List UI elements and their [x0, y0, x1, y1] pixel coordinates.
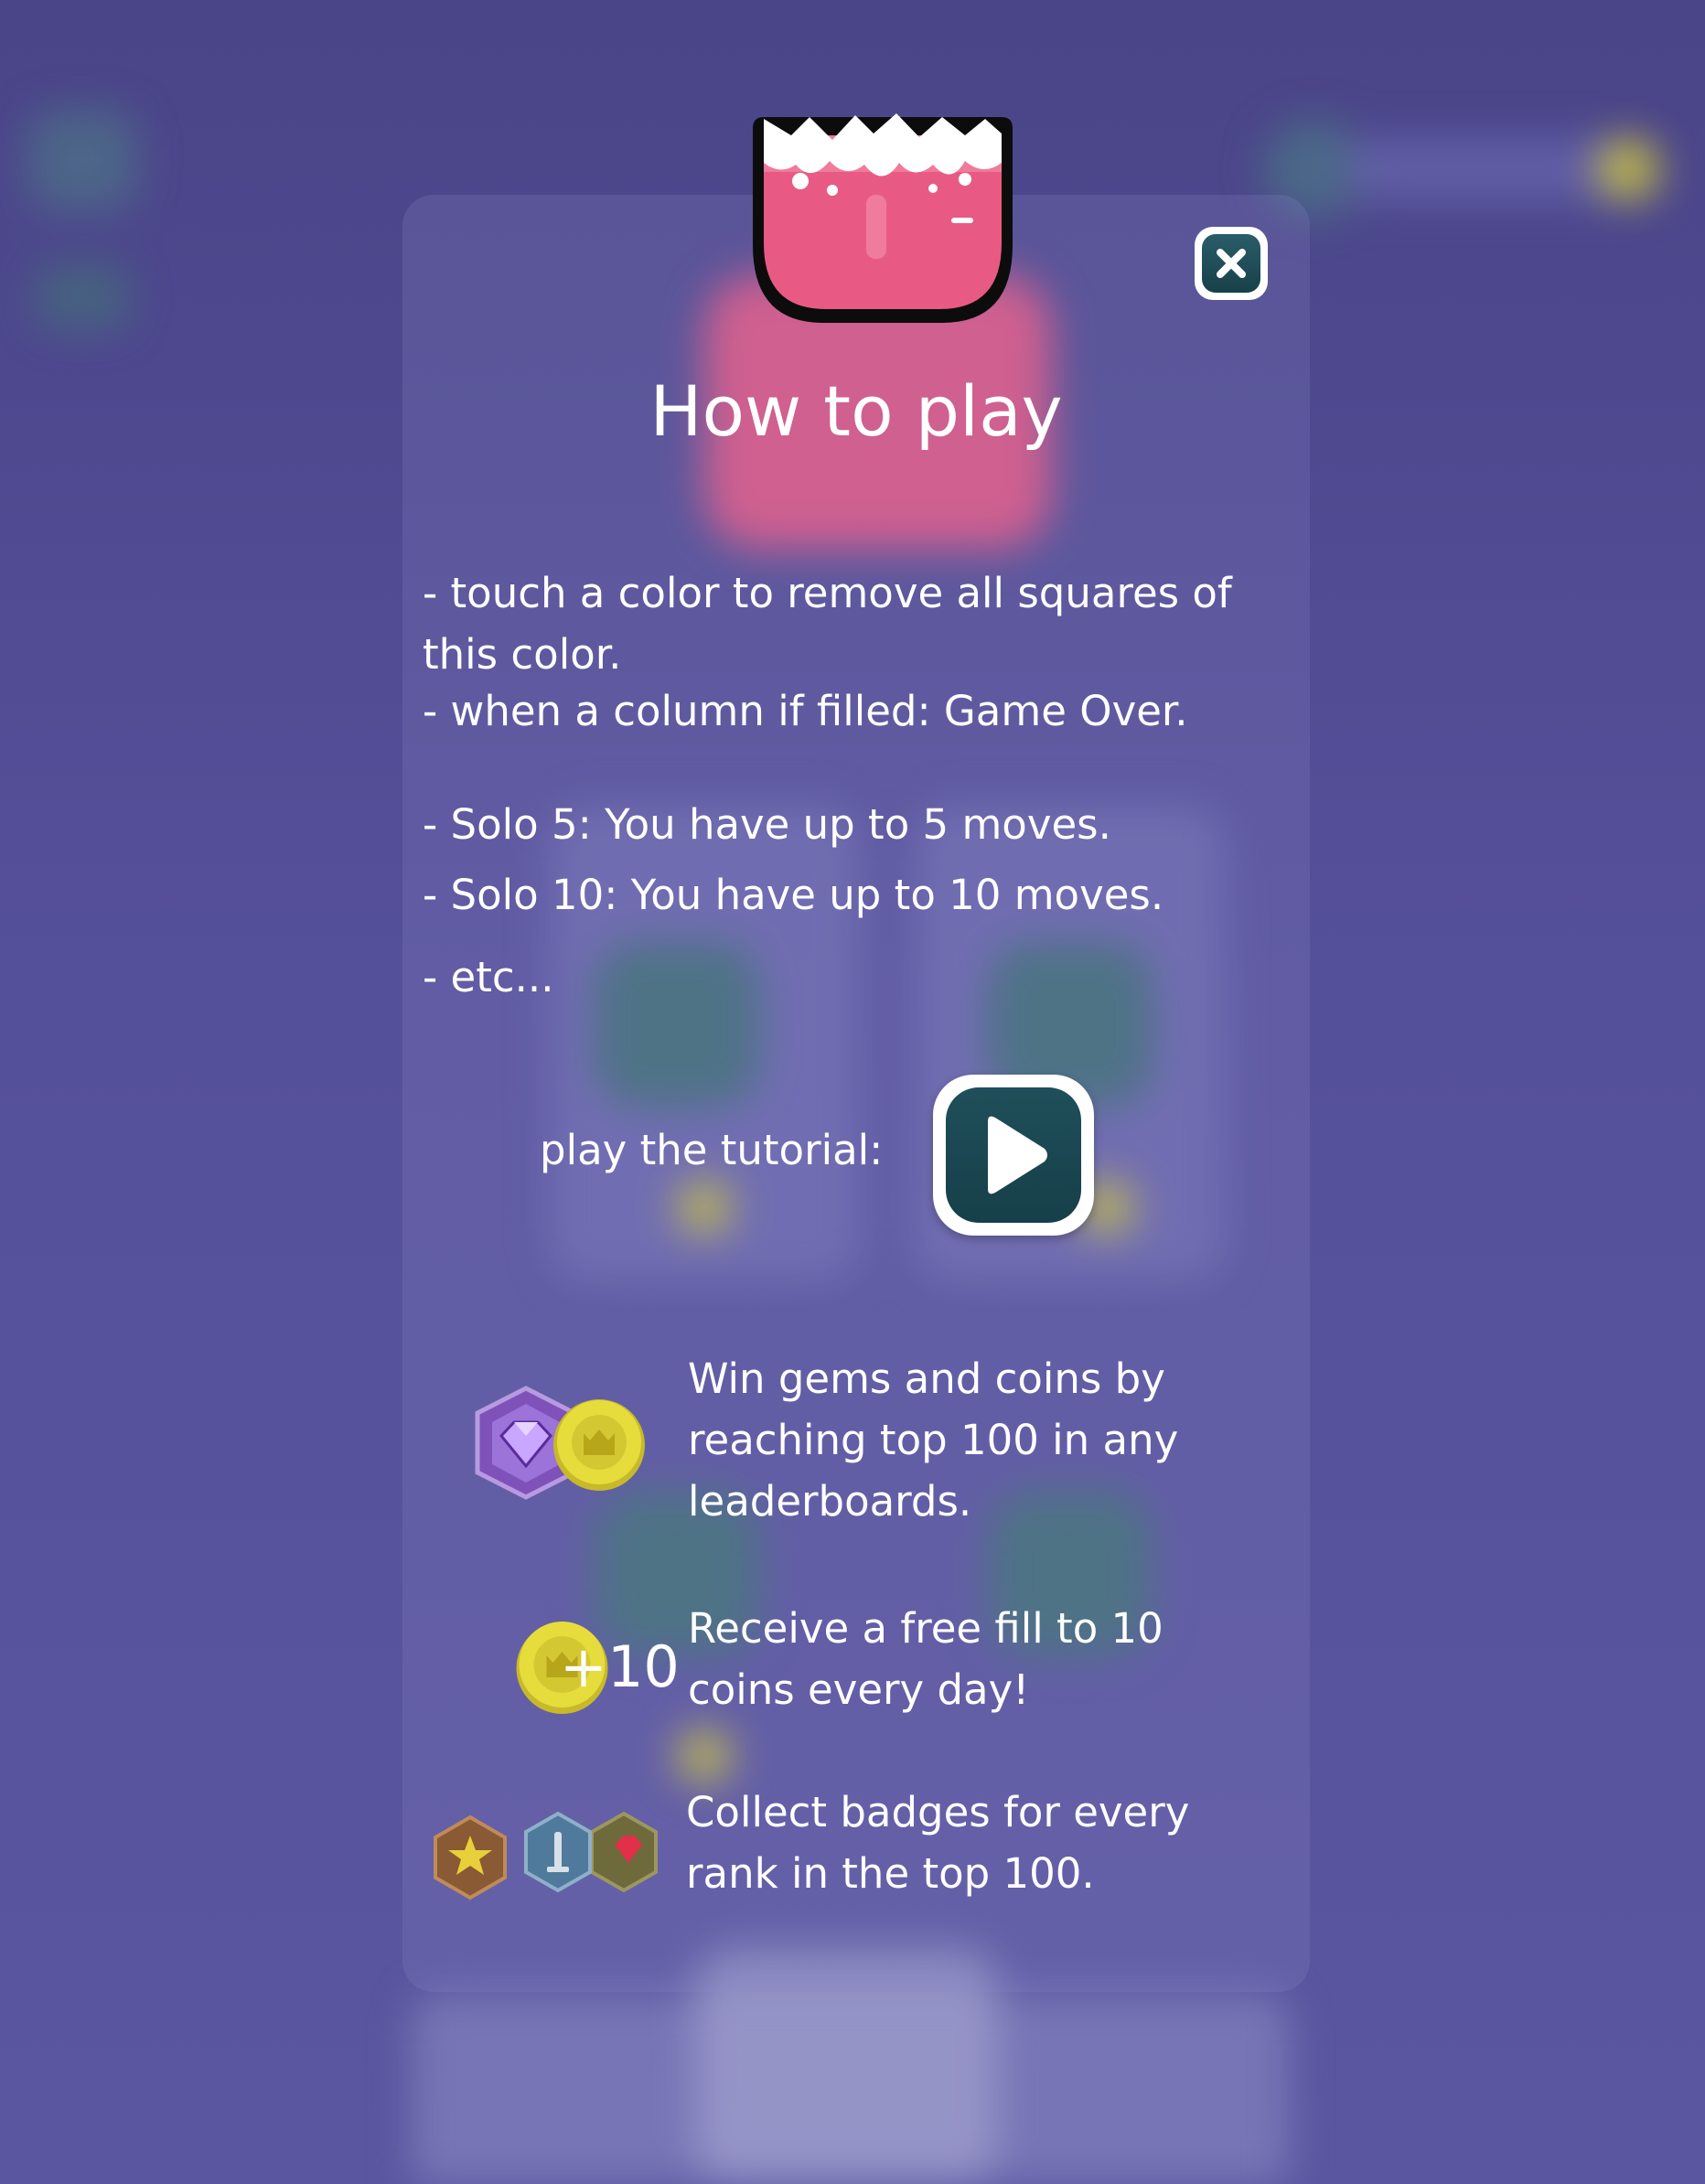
rank-badges-icon — [434, 1811, 658, 1900]
how-to-play-modal — [402, 195, 1310, 1992]
reward-daily-coins-text: Receive a free fill to 10 coins every da… — [688, 1604, 1163, 1714]
play-tutorial-button[interactable] — [933, 1075, 1094, 1236]
reward-leaderboard-text: Win gems and coins by reaching top 100 i… — [688, 1354, 1179, 1526]
reward-badges-text: Collect badges for every rank in the top… — [686, 1788, 1190, 1898]
rule-game-over: - when a column if filled: Game Over. — [423, 687, 1188, 735]
background-secondary-button — [37, 265, 128, 329]
background-menu-button — [27, 110, 137, 210]
modal-title: How to play — [649, 370, 1063, 452]
coin-amount: +10 — [560, 1633, 680, 1700]
background-coin-bar — [1345, 137, 1637, 201]
rule-touch-color: - touch a color to remove all squares of… — [423, 569, 1232, 679]
paint-bucket-icon — [753, 113, 1013, 323]
rule-solo-5: - Solo 5: You have up to 5 moves. — [423, 800, 1111, 849]
close-icon — [1217, 249, 1246, 278]
rule-solo-10: - Solo 10: You have up to 10 moves. — [423, 871, 1164, 919]
gem-and-coin-icon — [475, 1386, 645, 1500]
background-coin-icon — [1596, 137, 1660, 201]
close-button[interactable] — [1195, 227, 1268, 300]
rule-etc: - etc... — [423, 953, 554, 1001]
play-icon — [988, 1116, 1047, 1194]
tutorial-label: play the tutorial: — [540, 1126, 884, 1174]
